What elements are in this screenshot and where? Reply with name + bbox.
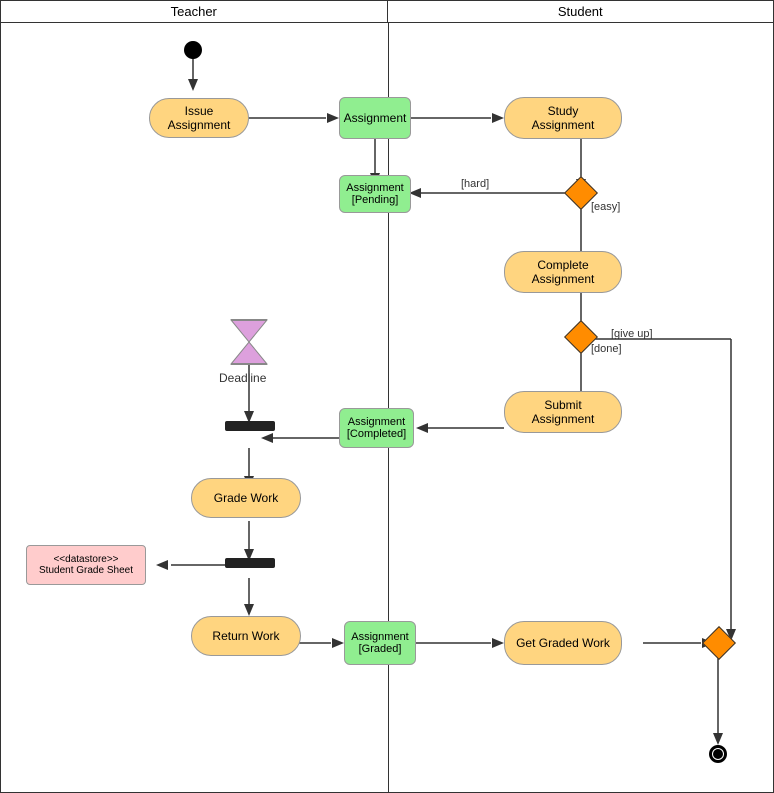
swimlane-body: Issue Assignment Assignment Study Assign…	[1, 23, 773, 793]
assignment-node: Assignment	[339, 97, 411, 139]
assignment-graded-node: Assignment[Graded]	[344, 621, 416, 665]
student-lane-title: Student	[388, 1, 774, 22]
end-node	[709, 745, 727, 763]
swimlane-header: Teacher Student	[1, 1, 773, 23]
done-label: [done]	[591, 343, 622, 355]
assignment-completed-node: Assignment[Completed]	[339, 408, 414, 448]
difficulty-diamond	[569, 181, 593, 205]
hard-label: [hard]	[461, 178, 489, 190]
deadline-label: Deadline	[219, 371, 266, 385]
assignment-pending-node: Assignment[Pending]	[339, 175, 411, 213]
get-graded-work-node: Get Graded Work	[504, 621, 622, 665]
student-grade-sheet-node: <<datastore>>Student Grade Sheet	[26, 545, 146, 585]
complete-assignment-node: Complete Assignment	[504, 251, 622, 293]
issue-assignment-node: Issue Assignment	[149, 98, 249, 138]
done-giveup-diamond	[569, 325, 593, 349]
diagram-container: Teacher Student	[0, 0, 774, 793]
easy-label: [easy]	[591, 201, 620, 213]
teacher-lane-title: Teacher	[1, 1, 388, 22]
give-up-label: [give up]	[611, 328, 653, 340]
grade-work-node: Grade Work	[191, 478, 301, 518]
sync-bar-2	[225, 558, 275, 568]
submit-assignment-node: Submit Assignment	[504, 391, 622, 433]
return-work-node: Return Work	[191, 616, 301, 656]
final-diamond	[707, 631, 731, 655]
start-node	[184, 41, 202, 59]
study-assignment-node: Study Assignment	[504, 97, 622, 139]
hourglass-icon	[227, 318, 271, 371]
sync-bar-1	[225, 421, 275, 431]
